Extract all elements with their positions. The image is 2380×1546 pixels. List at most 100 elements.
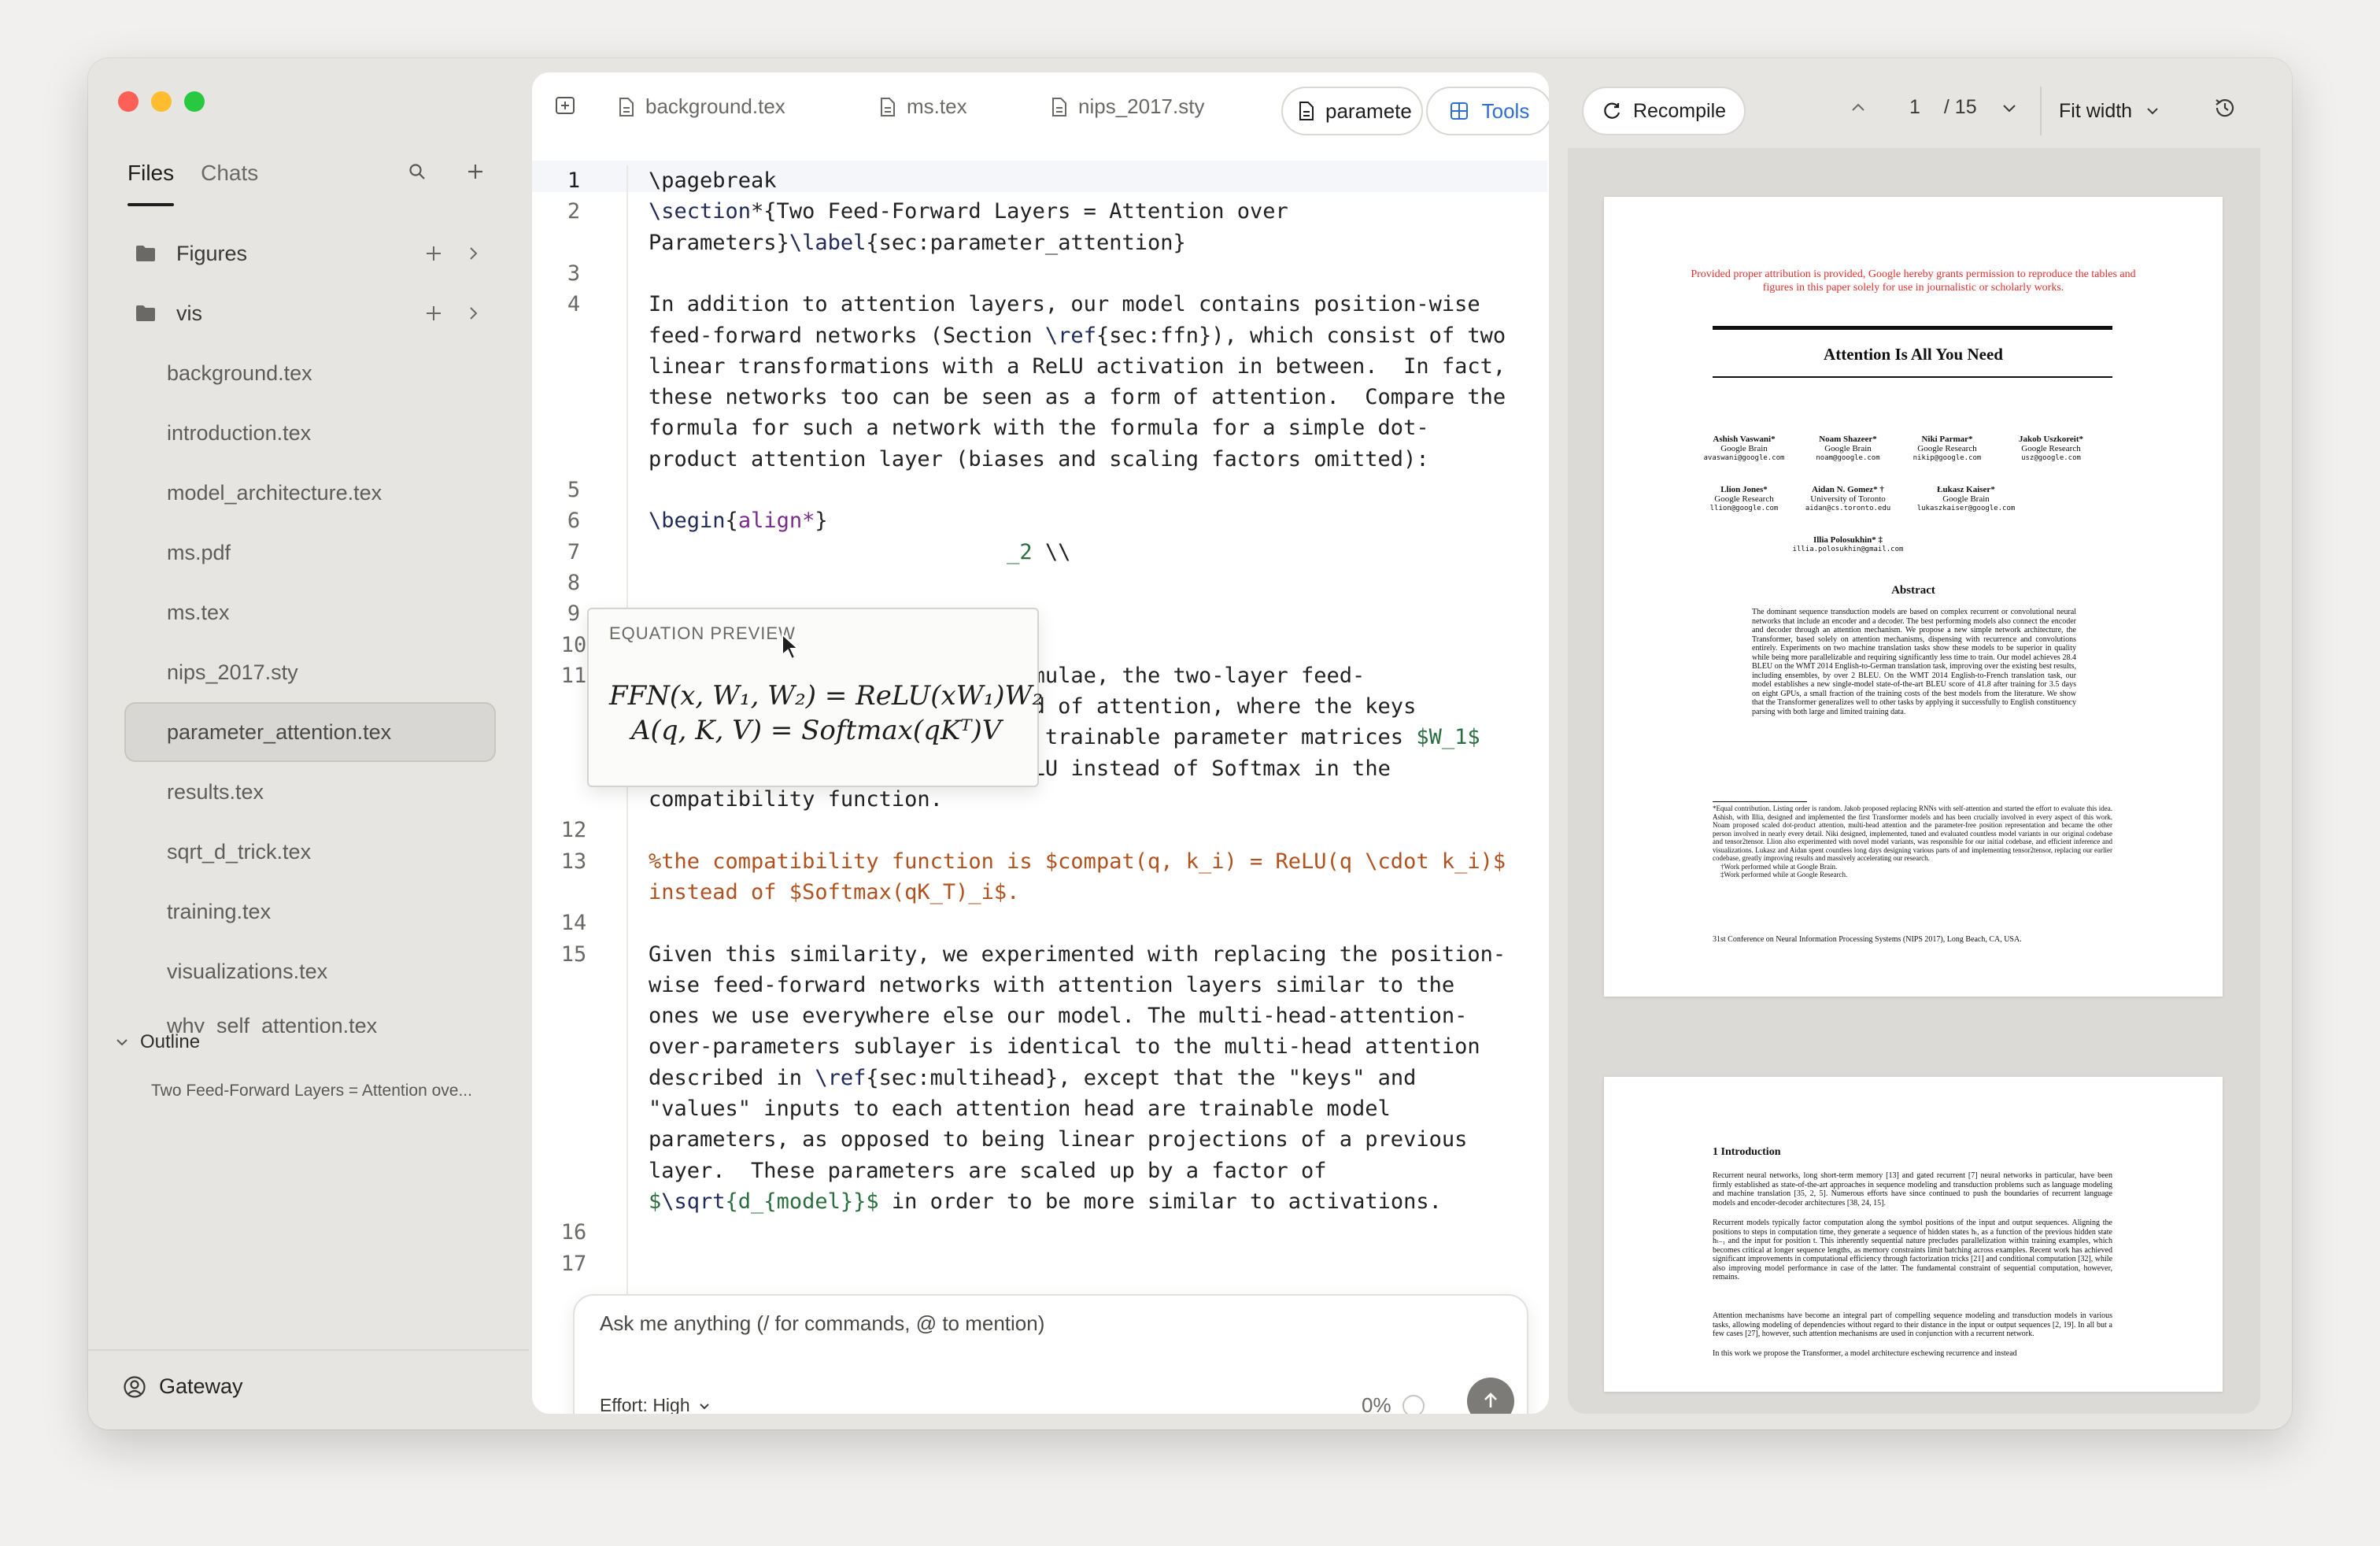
chevron-down-icon[interactable] (2001, 99, 2018, 117)
equation-preview-label: EQUATION PREVIEW (609, 623, 796, 643)
folder-vis[interactable]: vis (124, 283, 496, 343)
code-text: parameters, as opposed to being linear p… (649, 1127, 1468, 1152)
abstract-text: The dominant sequence transduction model… (1752, 608, 2076, 716)
paper-title: Attention Is All You Need (1824, 345, 2003, 364)
line-number: 16 (560, 1220, 587, 1245)
chat-input[interactable]: Ask me anything (/ for commands, @ to me… (600, 1311, 1044, 1336)
tools-button[interactable]: Tools (1426, 87, 1549, 135)
code-text: over-parameters sublayer is identical to… (649, 1034, 1480, 1060)
chevron-down-icon (2147, 108, 2158, 115)
search-icon[interactable] (401, 156, 433, 187)
code-text: In addition to attention layers, our mod… (649, 292, 1480, 317)
chevron-right-icon[interactable] (464, 245, 482, 262)
file-item[interactable]: sqrt_d_trick.tex (124, 822, 496, 882)
file-item[interactable]: nips_2017.sty (124, 642, 496, 702)
outline-toggle[interactable]: Outline (115, 1031, 200, 1053)
page-total: / 15 (1943, 96, 1977, 118)
sidebar: Files Chats Figures vis background.tex i… (88, 58, 529, 1429)
tab-label: nips_2017.sty (1078, 94, 1205, 118)
recompile-label: Recompile (1632, 99, 1727, 122)
line-number: 15 (560, 941, 587, 967)
zoom-label: Fit width (2059, 99, 2133, 122)
send-button[interactable] (1467, 1378, 1514, 1414)
file-icon (1052, 97, 1066, 117)
outline-item[interactable]: Two Feed-Forward Layers = Attention ove.… (151, 1082, 497, 1100)
code-text: Given this similarity, we experimented w… (649, 941, 1506, 967)
app-window: Files Chats Figures vis background.tex i… (88, 58, 2292, 1429)
page-navigator: 1 / 15 (1850, 96, 2018, 119)
page-number-input[interactable]: 1 (1909, 96, 1920, 119)
file-item-selected[interactable]: parameter_attention.tex (124, 702, 496, 762)
new-tab-icon[interactable] (554, 94, 576, 117)
line-number: 8 (567, 570, 581, 595)
effort-label: Effort: High (600, 1395, 690, 1414)
tab-parameter-attention[interactable]: paramete (1281, 87, 1423, 135)
code-text: compatibility function. (649, 787, 943, 812)
file-item[interactable]: visualizations.tex (124, 941, 496, 1001)
gateway-button[interactable]: Gateway (123, 1374, 243, 1399)
chevron-down-icon (116, 1039, 128, 1046)
tab-files[interactable]: Files (128, 161, 175, 206)
author-entry: Illia Polosukhin* ‡ illia.polosukhin@gmai… (1792, 535, 1904, 553)
mouse-cursor-icon (781, 632, 801, 665)
add-icon[interactable] (425, 245, 442, 262)
paragraph: Attention mechanisms have become an inte… (1713, 1311, 2112, 1338)
file-item[interactable]: model_architecture.tex (124, 463, 496, 523)
file-item[interactable]: ms.tex (124, 583, 496, 642)
paragraph: Recurrent models typically factor comput… (1713, 1219, 2113, 1282)
code-text: %the compatibility function is $compat(q… (649, 849, 1506, 874)
tab-ms[interactable]: ms.tex (880, 94, 967, 119)
file-icon (1299, 102, 1314, 120)
recompile-button[interactable]: Recompile (1582, 87, 1746, 135)
tab-nips[interactable]: nips_2017.sty (1051, 94, 1204, 119)
file-item[interactable]: background.tex (124, 343, 496, 403)
line-number: 12 (560, 818, 587, 843)
folder-icon (136, 305, 155, 321)
code-text: feed-forward networks (Section \ref{sec:… (649, 323, 1506, 348)
permission-notice: Provided proper attribution is provided,… (1691, 268, 2136, 294)
footnote-rule (1713, 801, 1807, 802)
sidebar-actions (401, 156, 491, 187)
footnote-text: ‡Work performed while at Google Research… (1720, 871, 1848, 878)
code-editor[interactable]: 1 \pagebreak 2 \section*{Two Feed-Forward L… (532, 165, 1549, 1414)
pdf-toolbar: Recompile 1 / 15 Fit width (1568, 72, 2260, 148)
user-circle-icon (124, 1375, 146, 1398)
title-rule (1713, 376, 2112, 378)
file-item[interactable]: ms.pdf (124, 523, 496, 583)
paragraph: Recurrent neural networks, long short-te… (1713, 1171, 2112, 1208)
history-icon[interactable] (2213, 96, 2237, 124)
code-text: \begin{align*} (649, 509, 828, 534)
zoom-dropdown[interactable]: Fit width (2040, 87, 2178, 135)
code-text: _2 \\ (1007, 539, 1071, 564)
code-text: Parameters}\label{sec:parameter_attentio… (649, 230, 1186, 255)
chevron-up-icon[interactable] (1850, 99, 1867, 117)
file-item[interactable]: why_self_attention.tex (124, 1001, 496, 1033)
folder-figures[interactable]: Figures (124, 224, 496, 283)
footnote-text: *Equal contribution. Listing order is ra… (1713, 804, 2112, 862)
effort-dropdown[interactable]: Effort: High (600, 1395, 711, 1414)
file-item[interactable]: results.tex (124, 762, 496, 822)
add-file-icon[interactable] (460, 156, 491, 187)
footnote: *Equal contribution. Listing order is ra… (1713, 804, 2112, 879)
author-entry: Łukasz Kaiser* Google Brain lukaszkaiser@g… (1916, 485, 2016, 512)
file-item[interactable]: introduction.tex (124, 403, 496, 463)
tab-chats[interactable]: Chats (201, 161, 258, 206)
file-item[interactable]: training.tex (124, 882, 496, 941)
chat-input-box[interactable]: Ask me anything (/ for commands, @ to me… (573, 1294, 1528, 1414)
tab-label: ms.tex (907, 94, 967, 118)
line-number: 3 (567, 261, 581, 286)
code-text: "values" inputs to each attention head a… (649, 1097, 1391, 1121)
line-number: 2 (567, 199, 581, 224)
code-text: formula for such a network with the form… (649, 416, 1429, 441)
grid-icon (1450, 102, 1468, 120)
tab-background[interactable]: background.tex (619, 94, 785, 119)
context-percent: 0% (1362, 1393, 1391, 1414)
add-icon[interactable] (425, 305, 442, 322)
folder-label: Figures (176, 241, 248, 265)
equation-line: FFN(x, W₁, W₂) = ReLU(xW₁)W₂ (609, 680, 1044, 712)
chevron-right-icon[interactable] (464, 305, 482, 322)
author-entry: Aidan N. Gomez* † University of Toronto ai… (1805, 485, 1891, 512)
abstract-heading: Abstract (1891, 584, 1935, 597)
tab-label: background.tex (645, 94, 785, 118)
folder-label: vis (176, 301, 202, 325)
